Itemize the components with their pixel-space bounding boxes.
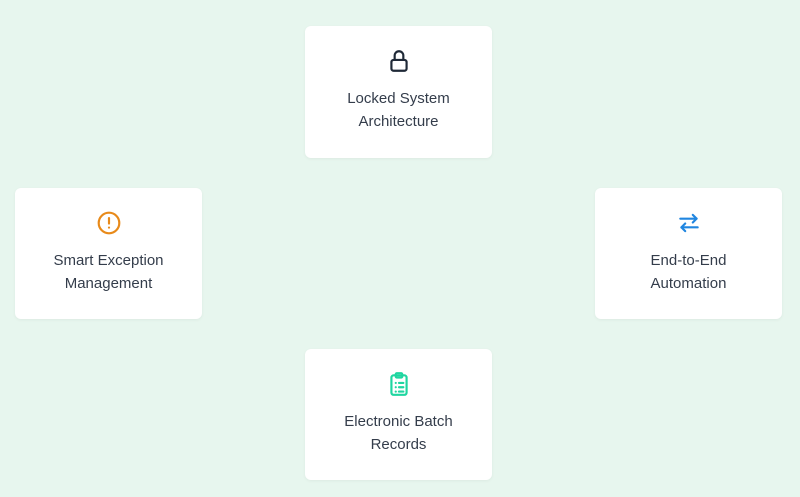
feature-card-smart-exception: Smart Exception Management	[15, 188, 202, 319]
feature-card-label: Electronic Batch Records	[344, 413, 453, 453]
feature-card-end-to-end: End-to-End Automation	[595, 188, 782, 319]
feature-card-label: Locked System Architecture	[347, 90, 450, 130]
feature-card-label: End-to-End Automation	[650, 252, 727, 292]
clipboard-list-icon	[386, 371, 412, 397]
lock-icon	[386, 48, 412, 74]
alert-circle-icon	[96, 210, 122, 236]
arrows-swap-icon	[676, 210, 702, 236]
feature-card-locked-system: Locked System Architecture	[305, 26, 492, 158]
feature-card-label: Smart Exception Management	[53, 252, 164, 292]
feature-card-electronic-batch: Electronic Batch Records	[305, 349, 492, 480]
